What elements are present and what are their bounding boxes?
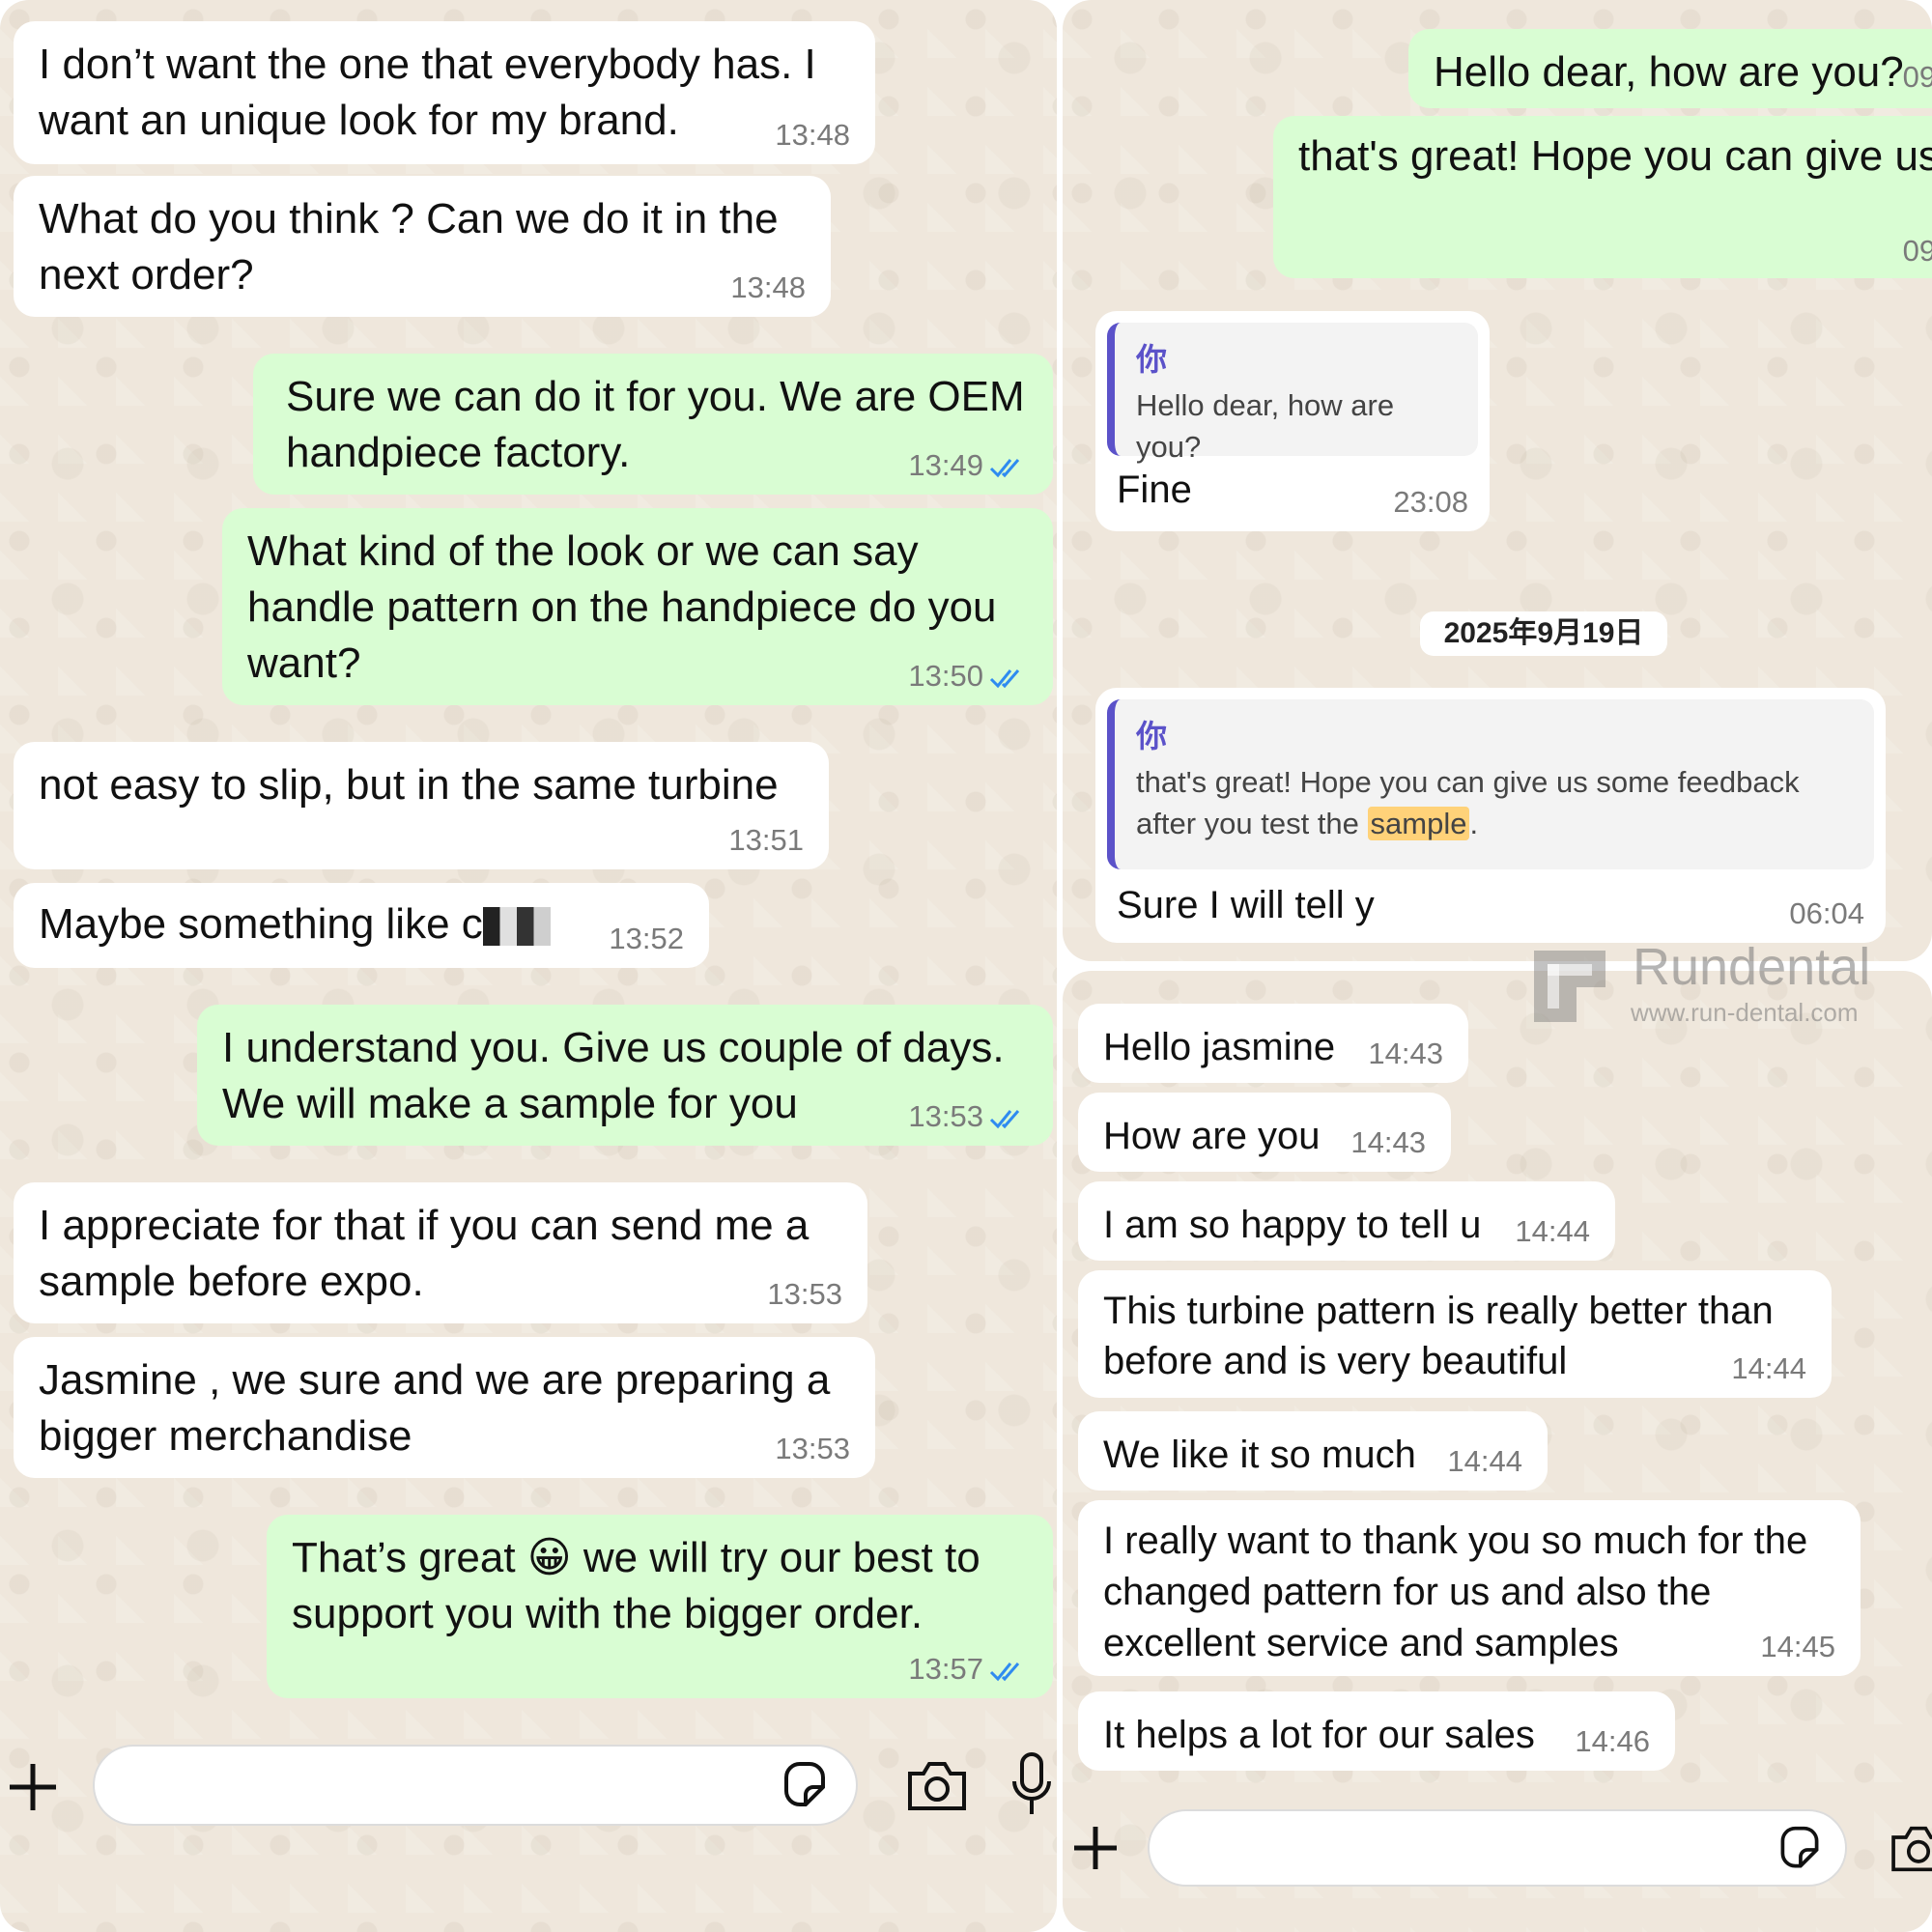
reply-message-bubble[interactable]: 你 that's great! Hope you can give us som… bbox=[1095, 688, 1886, 943]
highlighted-word: sample bbox=[1367, 807, 1470, 840]
watermark-title: Rundental bbox=[1633, 938, 1871, 996]
message-time: 13:57 bbox=[908, 1652, 1028, 1687]
message-bubble[interactable]: That’s great 😀 we will try our best to s… bbox=[267, 1515, 1053, 1698]
grinning-emoji: 😀 bbox=[526, 1534, 572, 1581]
message-text: Jasmine , we sure and we are preparing a… bbox=[39, 1356, 831, 1460]
message-time: 13:53 bbox=[908, 1099, 1028, 1134]
date-separator: 2025年9月19日 bbox=[1420, 611, 1667, 656]
double-check-icon bbox=[989, 1662, 1020, 1682]
message-text: that's great! Hope you can give us so fe… bbox=[1298, 132, 1932, 180]
message-bubble[interactable]: What do you think ? Can we do it in the … bbox=[14, 176, 831, 317]
message-time: 13:48 bbox=[775, 118, 850, 152]
message-time: 13:48 bbox=[730, 270, 806, 304]
message-time: 09:4 bbox=[1902, 60, 1932, 94]
message-time: 13:53 bbox=[775, 1432, 850, 1465]
message-text: Hello dear, how are you? bbox=[1434, 48, 1904, 96]
message-time: 14:44 bbox=[1515, 1214, 1590, 1248]
message-text: Sure I will tell y bbox=[1117, 884, 1375, 926]
microphone-icon[interactable] bbox=[1010, 1752, 1053, 1818]
message-text: This turbine pattern is really better th… bbox=[1103, 1290, 1774, 1382]
quoted-message[interactable]: 你 Hello dear, how are you? bbox=[1107, 323, 1478, 464]
message-input[interactable] bbox=[93, 1745, 858, 1826]
message-text: Maybe something like c bbox=[39, 896, 684, 952]
message-bubble[interactable]: Maybe something like c 13:52 bbox=[14, 883, 709, 968]
message-text: I don’t want the one that everybody has.… bbox=[39, 41, 816, 144]
message-time: 13:52 bbox=[609, 922, 684, 955]
quote-author: 你 bbox=[1136, 719, 1168, 753]
quote-text: Hello dear, how are you? bbox=[1136, 388, 1395, 464]
reply-message-bubble[interactable]: 你 Hello dear, how are you? Fine 23:08 bbox=[1095, 311, 1490, 531]
message-text: I understand you. Give us couple of days… bbox=[222, 1024, 1005, 1127]
message-time: 14:43 bbox=[1350, 1125, 1426, 1159]
message-input[interactable] bbox=[1148, 1809, 1847, 1887]
message-bubble[interactable]: Hello dear, how are you? 09:4 bbox=[1408, 29, 1932, 108]
message-text: That’s great 😀 we will try our best to s… bbox=[292, 1534, 980, 1637]
plus-icon[interactable] bbox=[1070, 1823, 1121, 1873]
quote-author: 你 bbox=[1136, 342, 1168, 377]
message-bubble[interactable]: This turbine pattern is really better th… bbox=[1078, 1270, 1832, 1398]
message-time: 09:4 bbox=[1902, 234, 1932, 268]
message-text: I really want to thank you so much for t… bbox=[1103, 1520, 1808, 1664]
right-top-chat-panel: Hello dear, how are you? 09:4 that's gre… bbox=[1063, 0, 1932, 961]
message-time: 13:53 bbox=[767, 1277, 842, 1311]
message-bubble[interactable]: Sure we can do it for you. We are OEM ha… bbox=[253, 354, 1053, 495]
message-time: 14:46 bbox=[1575, 1724, 1650, 1758]
message-text: What do you think ? Can we do it in the … bbox=[39, 195, 779, 298]
message-bubble[interactable]: We like it so much 14:44 bbox=[1078, 1411, 1548, 1491]
message-bubble[interactable]: What kind of the look or we can say hand… bbox=[222, 508, 1053, 705]
watermark-url: www.run-dental.com bbox=[1631, 998, 1859, 1027]
camera-icon[interactable] bbox=[1889, 1825, 1932, 1873]
camera-icon[interactable] bbox=[906, 1760, 968, 1812]
message-time: 14:45 bbox=[1760, 1630, 1835, 1663]
message-time: 23:08 bbox=[1393, 485, 1468, 519]
plus-icon[interactable] bbox=[6, 1760, 60, 1814]
message-bubble[interactable]: Jasmine , we sure and we are preparing a… bbox=[14, 1337, 875, 1478]
message-bubble[interactable]: I understand you. Give us couple of days… bbox=[197, 1005, 1053, 1146]
message-time: 14:43 bbox=[1368, 1037, 1443, 1070]
message-text: I appreciate for that if you can send me… bbox=[39, 1202, 810, 1305]
rundental-logo bbox=[1528, 945, 1611, 1028]
quote-text: that's great! Hope you can give us some … bbox=[1136, 765, 1800, 840]
left-chat-panel: I don’t want the one that everybody has.… bbox=[0, 0, 1057, 1932]
message-time: 14:44 bbox=[1447, 1444, 1522, 1478]
message-text: Fine bbox=[1117, 469, 1192, 511]
quoted-message[interactable]: 你 that's great! Hope you can give us som… bbox=[1107, 699, 1874, 869]
message-time: 13:49 bbox=[908, 448, 1028, 483]
censored-image-patch bbox=[482, 907, 551, 947]
message-time: 14:44 bbox=[1731, 1351, 1806, 1385]
sticker-icon[interactable] bbox=[779, 1760, 831, 1812]
right-bottom-chat-panel: Hello jasmine 14:43 How are you 14:43 I … bbox=[1063, 971, 1932, 1932]
message-time: 13:50 bbox=[908, 659, 1028, 694]
message-bubble[interactable]: I don’t want the one that everybody has.… bbox=[14, 21, 875, 164]
message-bubble[interactable]: Hello jasmine 14:43 bbox=[1078, 1004, 1468, 1083]
message-text: It helps a lot for our sales bbox=[1103, 1714, 1535, 1756]
sticker-icon[interactable] bbox=[1776, 1825, 1824, 1873]
double-check-icon bbox=[989, 458, 1020, 478]
message-bubble[interactable]: I appreciate for that if you can send me… bbox=[14, 1182, 867, 1323]
message-bubble[interactable]: that's great! Hope you can give us so fe… bbox=[1273, 116, 1932, 278]
double-check-icon bbox=[989, 1109, 1020, 1129]
message-text: not easy to slip, but in the same turbin… bbox=[39, 761, 779, 809]
double-check-icon bbox=[989, 668, 1020, 689]
message-bubble[interactable]: not easy to slip, but in the same turbin… bbox=[14, 742, 829, 869]
message-bubble[interactable]: I really want to thank you so much for t… bbox=[1078, 1500, 1861, 1676]
message-time: 06:04 bbox=[1789, 896, 1864, 930]
message-time: 13:51 bbox=[728, 823, 804, 857]
message-bubble[interactable]: How are you 14:43 bbox=[1078, 1093, 1451, 1172]
message-bubble[interactable]: It helps a lot for our sales 14:46 bbox=[1078, 1691, 1675, 1771]
message-bubble[interactable]: I am so happy to tell u 14:44 bbox=[1078, 1181, 1615, 1261]
